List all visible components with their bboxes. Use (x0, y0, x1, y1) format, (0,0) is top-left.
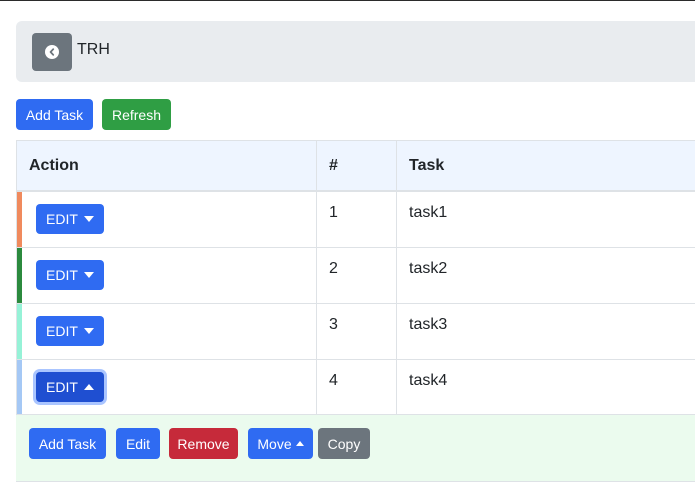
row-task-name: task3 (409, 316, 448, 333)
header-bar: TRH (16, 21, 695, 82)
edit-dropdown-button-active[interactable]: EDIT (36, 372, 104, 402)
chevron-left-icon (45, 45, 59, 59)
edit-dropdown-button[interactable]: EDIT (36, 316, 104, 346)
column-divider (396, 141, 397, 415)
row-task-name: task4 (409, 372, 448, 389)
column-divider (316, 141, 317, 415)
row-task-name: task2 (409, 260, 448, 277)
panel-edit-button[interactable]: Edit (116, 428, 160, 459)
caret-down-icon (83, 272, 94, 278)
page-title: TRH (77, 41, 110, 58)
panel-add-task-button[interactable]: Add Task (29, 428, 106, 459)
caret-down-icon (83, 328, 94, 334)
table-row: EDIT 2 task2 (16, 248, 695, 304)
panel-copy-button[interactable]: Copy (318, 428, 370, 459)
add-task-button[interactable]: Add Task (16, 99, 93, 130)
edit-button-label: EDIT (46, 211, 78, 227)
row-number: 1 (329, 204, 338, 221)
edit-dropdown-button[interactable]: EDIT (36, 260, 104, 290)
back-button[interactable] (32, 33, 72, 71)
row-number: 3 (329, 316, 338, 333)
table-header: Action # Task (16, 141, 695, 192)
caret-up-icon (295, 441, 304, 446)
edit-button-label: EDIT (46, 379, 78, 395)
column-header-task: Task (409, 157, 445, 174)
caret-down-icon (83, 216, 94, 222)
caret-up-icon (83, 384, 94, 390)
panel-remove-button[interactable]: Remove (169, 428, 238, 459)
edit-button-label: EDIT (46, 323, 78, 339)
row-number: 2 (329, 260, 338, 277)
task-table: Action # Task EDIT 1 task1 EDIT 2 task2 … (16, 140, 695, 416)
column-header-action: Action (29, 157, 79, 174)
table-row: EDIT 3 task3 (16, 304, 695, 360)
table-row: EDIT 4 task4 (16, 360, 695, 416)
table-left-border (16, 141, 17, 415)
column-header-number: # (329, 157, 338, 174)
row-action-panel: Add Task Edit Remove Move Copy (16, 414, 695, 482)
top-border (0, 0, 695, 1)
panel-move-button[interactable]: Move (248, 428, 313, 459)
row-task-name: task1 (409, 204, 448, 221)
row-number: 4 (329, 372, 338, 389)
edit-dropdown-button[interactable]: EDIT (36, 204, 104, 234)
table-row: EDIT 1 task1 (16, 192, 695, 248)
refresh-button[interactable]: Refresh (102, 99, 171, 130)
move-button-label: Move (257, 435, 292, 452)
edit-button-label: EDIT (46, 267, 78, 283)
